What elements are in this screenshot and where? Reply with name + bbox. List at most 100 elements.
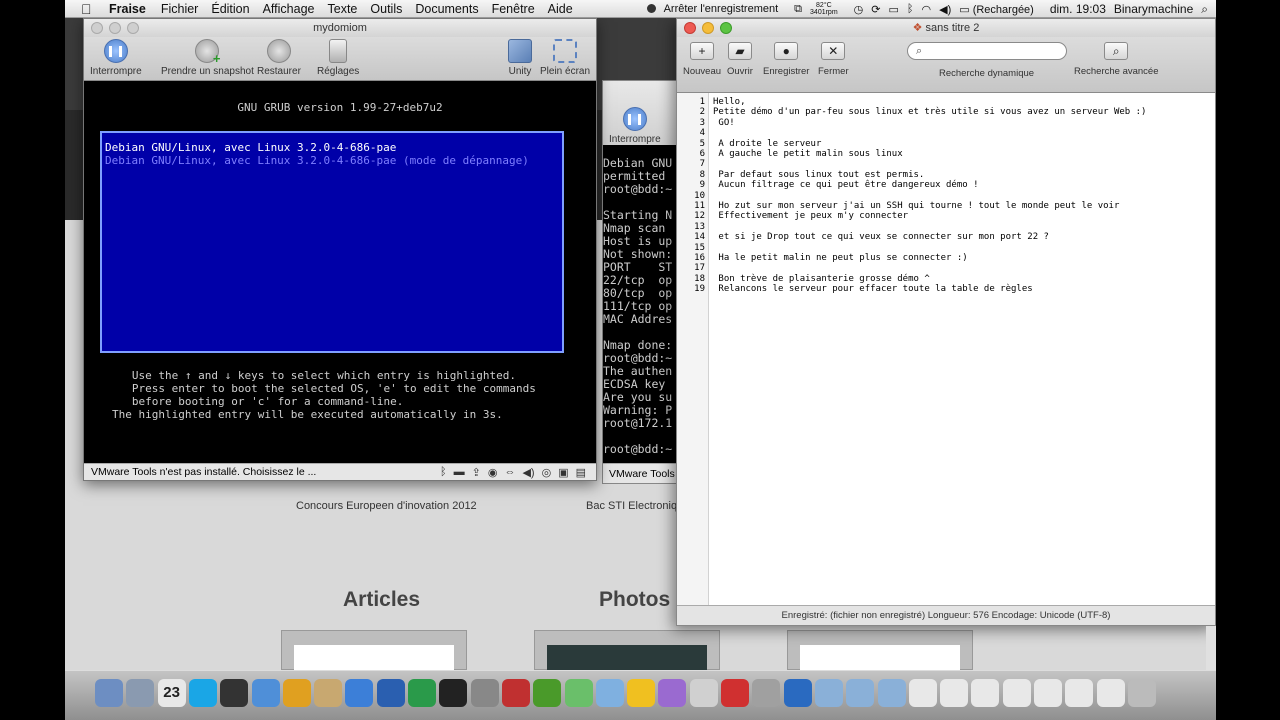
trash-icon[interactable] — [1127, 679, 1156, 707]
editor-line[interactable]: Par defaut sous linux tout est permis. — [713, 170, 924, 180]
menu-fenetre[interactable]: Fenêtre — [492, 2, 535, 16]
close-icon[interactable] — [684, 22, 696, 34]
editor-line[interactable]: et si je Drop tout ce qui veux se connec… — [713, 232, 1049, 242]
caption-concours[interactable]: Concours Europeen d'inovation 2012 — [296, 500, 477, 512]
itunes-icon[interactable] — [345, 679, 374, 707]
menu-edition[interactable]: Édition — [211, 2, 249, 16]
quicktime-icon[interactable] — [783, 679, 812, 707]
editor-line[interactable]: Ha le petit malin ne peut plus se connec… — [713, 253, 967, 263]
orb-icon[interactable] — [658, 679, 687, 707]
close-icon[interactable] — [91, 22, 103, 34]
snapshot-button[interactable]: Prendre un snapshot — [161, 39, 254, 77]
cube-icon[interactable] — [595, 679, 624, 707]
section-photos[interactable]: Photos — [599, 588, 670, 612]
grub-entry-selected[interactable]: Debian GNU/Linux, avec Linux 3.2.0-4-686… — [105, 141, 396, 154]
vmware-window-main[interactable]: mydomiom Interrompre Prendre un snapshot… — [83, 18, 597, 481]
window-icon[interactable] — [1065, 679, 1094, 707]
extra-thumbnail[interactable] — [787, 630, 973, 671]
enregistrer-button[interactable]: ● Enregistrer — [763, 42, 809, 77]
network-icon[interactable]: ⇔ — [504, 466, 515, 479]
editor-line[interactable]: Petite démo d'un par-feu sous linux et t… — [713, 107, 1146, 117]
interrompre-button[interactable]: Interrompre — [90, 39, 142, 77]
fraise-editor-window[interactable]: ❖ sans titre 2 + Nouveau ▰ Ouvrir ● Enre… — [676, 18, 1216, 626]
word-icon[interactable] — [376, 679, 405, 707]
sync-icon[interactable]: ⟳ — [871, 3, 880, 16]
editor-line[interactable]: Effectivement je peux m'y connecter — [713, 211, 908, 221]
fermer-button[interactable]: ✕ Fermer — [818, 42, 849, 77]
editor-line[interactable]: Bon trève de plaisanterie grosse démo ^ — [713, 274, 929, 284]
minimize-icon[interactable] — [109, 22, 121, 34]
menu-affichage[interactable]: Affichage — [263, 2, 315, 16]
window-icon[interactable] — [971, 679, 1000, 707]
system-prefs-icon[interactable] — [470, 679, 499, 707]
fraise-icon[interactable] — [721, 679, 749, 707]
excel-icon[interactable] — [408, 679, 436, 707]
window-icon[interactable] — [908, 679, 937, 707]
volume-icon[interactable]: ◀) — [939, 3, 951, 16]
sound-icon[interactable]: ◀) — [522, 466, 534, 479]
page-scrollbar[interactable] — [1206, 626, 1216, 670]
grub-entry-recovery[interactable]: Debian GNU/Linux, avec Linux 3.2.0-4-686… — [105, 154, 529, 167]
ouvrir-button[interactable]: ▰ Ouvrir — [727, 42, 753, 77]
temperature-readout[interactable]: 82°C 3401rpm — [810, 2, 846, 16]
vmware-titlebar[interactable]: mydomiom — [84, 19, 596, 37]
user-menu[interactable]: Binarymachine — [1114, 2, 1193, 16]
editor-line[interactable]: Relancons le serveur pour effacer toute … — [713, 284, 1032, 294]
folder-icon[interactable] — [877, 679, 906, 707]
finder-icon[interactable] — [95, 679, 123, 707]
display-icon[interactable]: ▭ — [889, 3, 899, 16]
zoom-icon[interactable] — [720, 22, 732, 34]
editor-line[interactable]: GO! — [713, 118, 734, 128]
wifi-icon[interactable]: ◠ — [922, 3, 932, 16]
window-icon[interactable] — [1034, 679, 1062, 707]
menu-texte[interactable]: Texte — [328, 2, 358, 16]
editor-line[interactable]: Ho zut sur mon serveur j'ai un SSH qui t… — [713, 201, 1119, 211]
brackets-icon[interactable] — [627, 679, 656, 707]
terminal-icon[interactable] — [439, 679, 468, 707]
window-icon[interactable] — [1096, 679, 1125, 707]
minimize-icon[interactable] — [702, 22, 714, 34]
clock[interactable]: dim. 19:03 — [1050, 2, 1106, 16]
editor-line[interactable]: Aucun filtrage ce qui peut être dangereu… — [713, 180, 978, 190]
qt-icon[interactable] — [533, 679, 562, 707]
stop-recording-button[interactable]: Arrêter l'enregistrement — [646, 3, 787, 15]
apple-menu-icon[interactable]:  — [81, 1, 95, 17]
calendar-icon[interactable]: 23 — [157, 679, 186, 707]
text-editor[interactable]: 1 2 3 4 5 6 7 8 9 10 11 12 13 14 15 16 17 18 19 Hello, Peti… — [677, 93, 1215, 605]
fraise-titlebar[interactable]: ❖ sans titre 2 — [677, 19, 1215, 37]
phone-icon[interactable] — [220, 679, 249, 707]
bluetooth-device-icon[interactable]: ᛒ — [440, 466, 447, 479]
interrompre-button-secondary[interactable]: Interrompre — [609, 107, 661, 145]
hdd-icon[interactable]: ▬ — [454, 466, 465, 479]
photo-thumbnail[interactable] — [534, 630, 720, 671]
caption-bac-sti[interactable]: Bac STI Electronique — [586, 500, 689, 512]
unity-button[interactable]: Unity — [508, 39, 532, 77]
menu-outils[interactable]: Outils — [370, 2, 402, 16]
zoom-icon[interactable] — [127, 22, 139, 34]
safari-icon[interactable] — [251, 679, 280, 707]
printer-icon[interactable]: ▣ — [558, 466, 568, 479]
script-icon[interactable] — [689, 679, 718, 707]
window-icon[interactable] — [940, 679, 969, 707]
vmware-icon[interactable] — [501, 679, 530, 707]
spotlight-icon[interactable]: ⌕ — [1201, 2, 1208, 17]
section-articles[interactable]: Articles — [343, 588, 420, 612]
recherche-avancee-button[interactable]: ⌕ Recherche avancée — [1074, 42, 1159, 77]
menu-fichier[interactable]: Fichier — [161, 2, 199, 16]
menu-aide[interactable]: Aide — [548, 2, 573, 16]
frog-icon[interactable] — [564, 679, 593, 707]
skype-icon[interactable] — [188, 679, 217, 707]
camera-icon[interactable]: ◎ — [542, 466, 552, 479]
grub-console[interactable]: GNU GRUB version 1.99-27+deb7u2 Debian G… — [84, 81, 596, 465]
nouveau-button[interactable]: + Nouveau — [683, 42, 721, 77]
dropbox-icon[interactable]: ⧉ — [794, 3, 802, 16]
search-input[interactable]: ⌕ — [907, 42, 1067, 60]
time-machine-icon[interactable]: ◷ — [854, 3, 864, 16]
usb-icon[interactable]: ⇪ — [472, 466, 481, 479]
photos-icon[interactable] — [752, 679, 781, 707]
battery-status[interactable]: ▭ (Rechargée) — [959, 3, 1042, 16]
bluetooth-icon[interactable]: ᛒ — [907, 3, 914, 15]
article-thumbnail[interactable] — [281, 630, 467, 671]
cd-icon[interactable]: ◉ — [488, 466, 498, 479]
editor-line[interactable]: Hello, — [713, 97, 746, 107]
